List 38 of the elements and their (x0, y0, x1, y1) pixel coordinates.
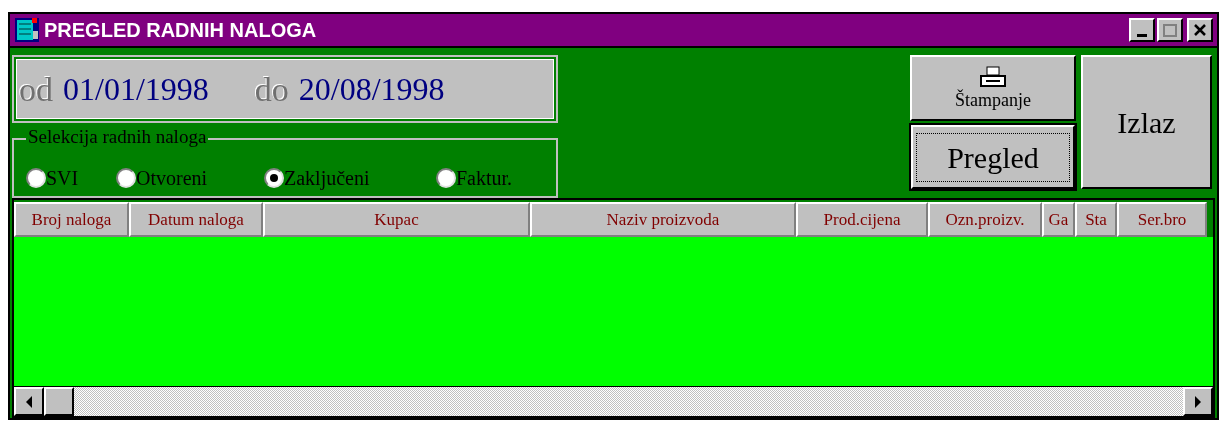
from-date-field[interactable]: 01/01/1998 (63, 65, 209, 114)
column-header[interactable]: Ga (1042, 202, 1075, 237)
radio-button[interactable] (116, 168, 136, 188)
column-header[interactable]: Ozn.proizv. (928, 202, 1042, 237)
column-header[interactable]: Sta (1075, 202, 1117, 237)
scroll-thumb[interactable] (44, 387, 74, 416)
close-icon (1194, 24, 1206, 36)
column-header[interactable]: Ser.bro (1117, 202, 1207, 237)
radio-button[interactable] (264, 168, 284, 188)
to-date-field[interactable]: 20/08/1998 (298, 65, 445, 114)
minimize-button[interactable] (1129, 18, 1155, 42)
column-header[interactable]: Broj naloga (14, 202, 129, 237)
radio-button[interactable] (436, 168, 456, 188)
radio-button[interactable] (26, 168, 46, 188)
left-arrow-icon (26, 395, 32, 408)
radio-label[interactable]: SVI (46, 163, 79, 193)
app-icon (14, 17, 40, 43)
view-button[interactable]: Pregled (911, 125, 1075, 189)
maximize-button[interactable] (1157, 18, 1183, 42)
radio-label[interactable]: Zaključeni (284, 163, 370, 193)
exit-button[interactable]: Izlaz (1081, 55, 1212, 189)
radio-label[interactable]: Otvoreni (136, 163, 208, 193)
column-header[interactable]: Naziv proizvoda (530, 202, 796, 237)
maximize-icon (1163, 23, 1177, 37)
to-label: do (254, 69, 289, 110)
scroll-right-button[interactable] (1183, 387, 1213, 416)
minimize-icon (1137, 34, 1147, 37)
column-header[interactable]: Prod.cijena (796, 202, 928, 237)
radio-label[interactable]: Faktur. (456, 163, 513, 193)
from-label: od (19, 69, 53, 110)
printer-icon (978, 66, 1008, 90)
column-header[interactable]: Kupac (263, 202, 530, 237)
close-button[interactable] (1187, 18, 1213, 42)
scroll-left-button[interactable] (14, 387, 44, 416)
window-title: PREGLED RADNIH NALOGA (44, 18, 317, 43)
column-header[interactable]: Datum naloga (129, 202, 263, 237)
right-arrow-icon (1195, 395, 1201, 408)
print-button[interactable]: Štampanje (910, 55, 1076, 121)
